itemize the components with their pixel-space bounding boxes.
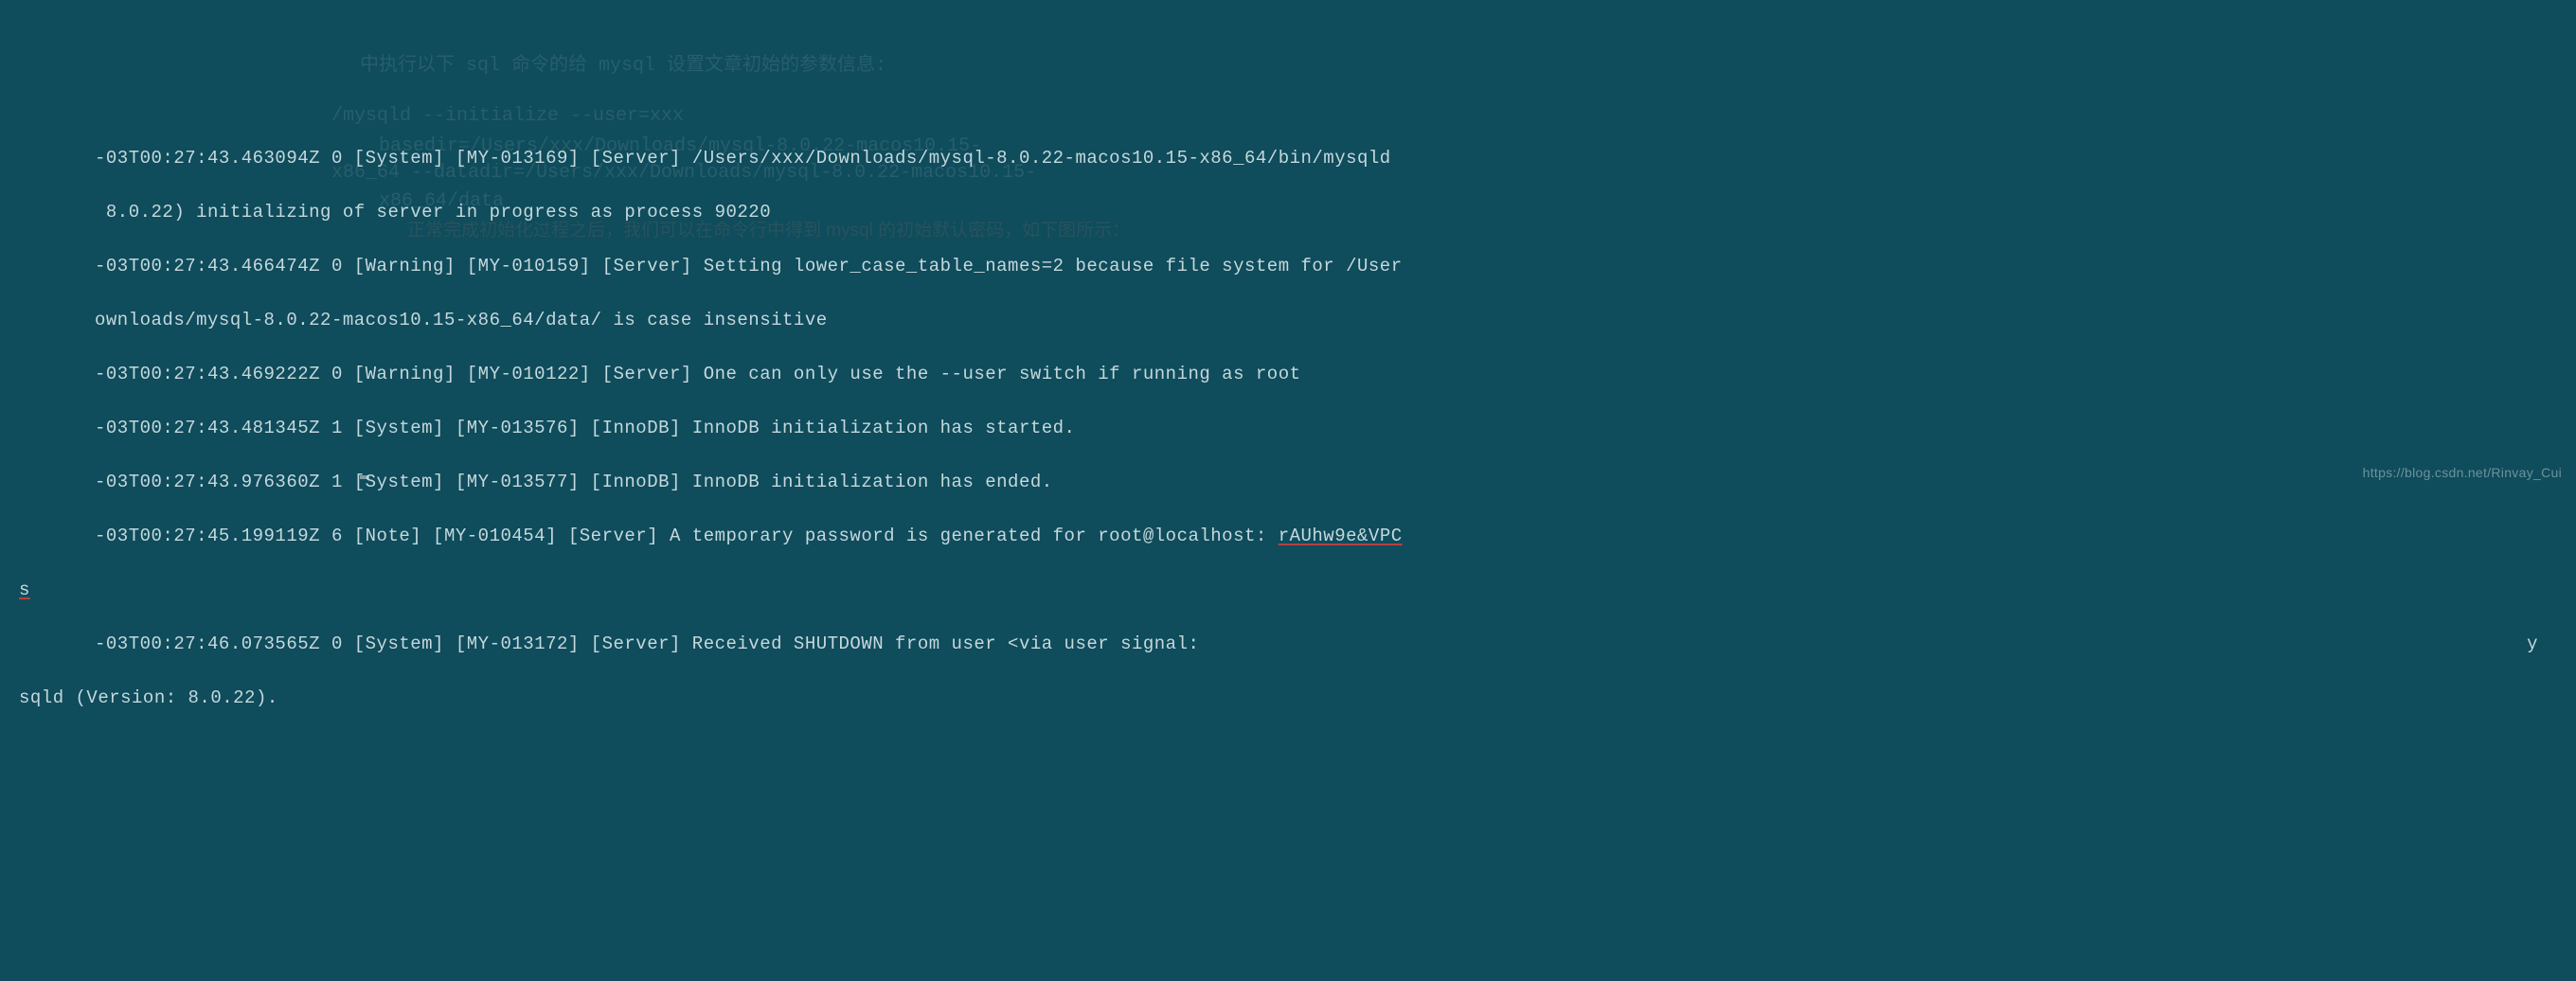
log-line: -03T00:27:43.466474Z 0 [Warning] [MY-010… — [19, 253, 2576, 280]
watermark-text: https://blog.csdn.net/Rinvay_Cui — [2363, 463, 2562, 483]
background-ghost-text: 中执行以下 sql 命令的给 mysql 设置文章初始的参数信息: — [360, 52, 886, 80]
log-line-continuation: sqld (Version: 8.0.22). — [19, 685, 2576, 712]
temporary-password: rAUhw9e&VPC — [1279, 526, 1403, 546]
log-line-continuation: 8.0.22) initializing of server in progre… — [19, 199, 2576, 226]
log-line: -03T00:27:43.463094Z 0 [System] [MY-0131… — [19, 145, 2576, 172]
temporary-password-continuation: s — [19, 577, 2576, 604]
log-trail: y — [2527, 631, 2576, 658]
log-line: -03T00:27:43.976360Z 1 [System] [MY-0135… — [19, 469, 2576, 496]
terminal-output: -03T00:27:43.463094Z 0 [System] [MY-0131… — [19, 117, 2576, 739]
log-line: -03T00:27:45.199119Z 6 [Note] [MY-010454… — [19, 523, 2576, 550]
cursor-indicator — [360, 475, 369, 479]
log-text: -03T00:27:46.073565Z 0 [System] [MY-0131… — [95, 633, 1199, 654]
log-line-continuation: ownloads/mysql-8.0.22-macos10.15-x86_64/… — [19, 307, 2576, 334]
log-line: -03T00:27:46.073565Z 0 [System] [MY-0131… — [19, 631, 2576, 658]
log-line: -03T00:27:43.481345Z 1 [System] [MY-0135… — [19, 415, 2576, 442]
log-text: -03T00:27:45.199119Z 6 [Note] [MY-010454… — [95, 526, 1279, 546]
log-line: -03T00:27:43.469222Z 0 [Warning] [MY-010… — [19, 361, 2576, 388]
